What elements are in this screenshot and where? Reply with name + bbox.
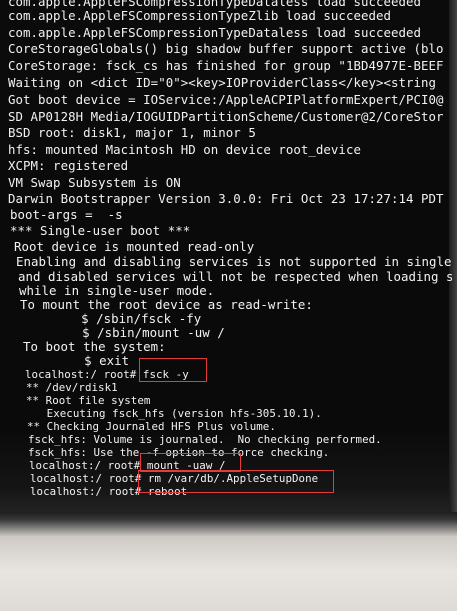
console-line: VM Swap Subsystem is ON: [8, 175, 181, 190]
console-prompt-line: localhost:/ root# reboot: [30, 485, 188, 498]
console-line: fsck_hfs: Volume is journaled. No checki…: [28, 433, 382, 446]
console-prompt-line: localhost:/ root# rm /var/db/.AppleSetup…: [30, 472, 319, 485]
console-line: ** Checking Journaled HFS Plus volume.: [27, 420, 276, 433]
console-line: $ /sbin/fsck -fy: [21, 311, 202, 326]
console-line: ** Root file system: [26, 394, 151, 407]
console-line: *** Single-user boot ***: [10, 223, 191, 238]
console-line: Waiting on <dict ID="0"><key>IOProviderC…: [8, 75, 437, 90]
console-line: com.apple.AppleFSCompressionTypeZlib loa…: [8, 8, 391, 23]
console-line: To boot the system:: [23, 339, 166, 354]
console-prompt-line: localhost:/ root# fsck -y: [25, 368, 189, 381]
console-line: boot-args = -s: [10, 207, 123, 222]
console-line: while in single-user mode.: [19, 283, 215, 298]
console-line: $ exit: [24, 353, 130, 368]
console-line: Root device is mounted read-only: [14, 239, 255, 254]
console-line: $ /sbin/mount -uw /: [22, 325, 225, 340]
console-line: fsck_hfs: Use the -f option to force che…: [28, 446, 330, 459]
console-line: To mount the root device as read-write:: [20, 297, 313, 312]
console-line: and disabled services will not be respec…: [18, 269, 452, 284]
console-line: Enabling and disabling services is not s…: [16, 254, 452, 269]
console-line: CoreStorageGlobals() big shadow buffer s…: [8, 41, 444, 56]
console-line: ** /dev/rdisk1: [26, 381, 118, 394]
console-line: com.apple.AppleFSCompressionTypeDataless…: [8, 25, 422, 40]
single-user-console: com.apple.AppleFSCompressionTypeDataless…: [0, 0, 452, 520]
console-line: Executing fsck_hfs (version hfs-305.10.1…: [27, 407, 322, 420]
laptop-bezel-bottom: [0, 512, 457, 611]
console-prompt-line: localhost:/ root# mount -uaw /: [29, 459, 226, 472]
console-line: BSD root: disk1, major 1, minor 5: [8, 125, 256, 140]
console-line: Got boot device = IOService:/AppleACPIPl…: [8, 92, 444, 107]
console-line: Darwin Bootstrapper Version 3.0.0: Fri O…: [8, 191, 444, 206]
console-line: CoreStorage: fsck_cs has finished for gr…: [8, 58, 444, 73]
console-line: SD AP0128H Media/IOGUIDPartitionScheme/C…: [8, 109, 444, 124]
console-line: XCPM: registered: [8, 158, 129, 173]
console-line: hfs: mounted Macintosh HD on device root…: [8, 142, 361, 157]
console-line: com.apple.AppleFSCompressionTypeDataless…: [8, 0, 422, 9]
